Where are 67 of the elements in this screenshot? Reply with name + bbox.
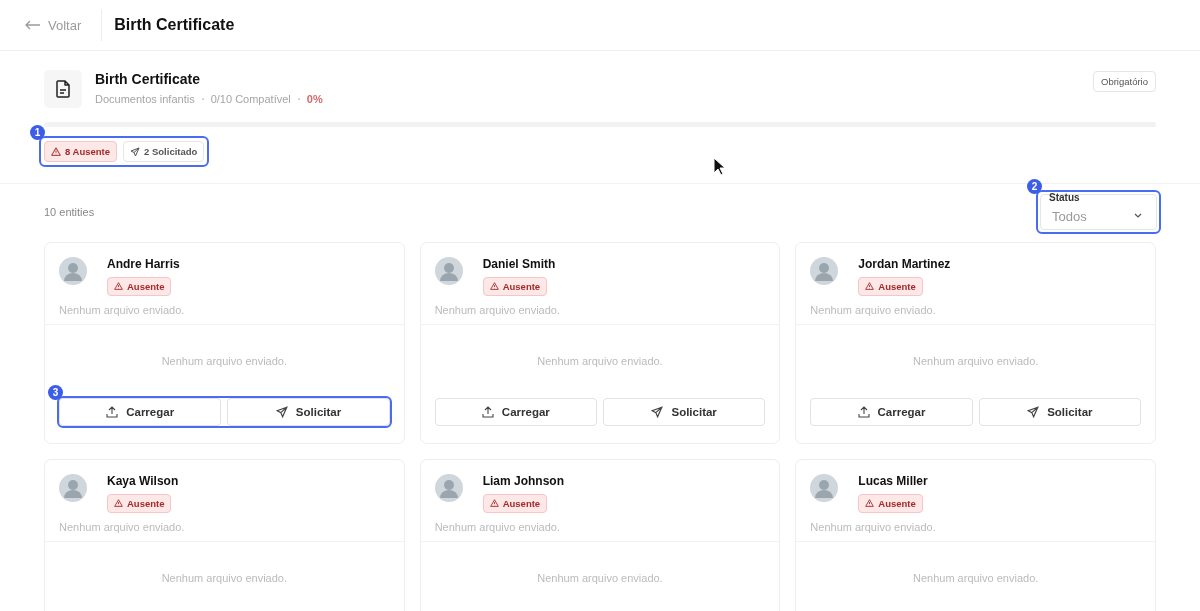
entity-name: Kaya Wilson [107,474,179,488]
document-category: Documentos infantis [95,93,195,105]
no-file-note: Nenhum arquivo enviado. [796,295,1155,325]
avatar-icon [59,474,87,502]
entity-count: 10 entities [44,206,95,218]
no-file-note: Nenhum arquivo enviado. [420,295,780,325]
upload-button[interactable]: Carregar [59,397,222,426]
send-icon [651,405,664,418]
document-title: Birth Certificate [95,71,202,87]
warning-icon [114,499,123,507]
status-badge: Ausente [482,493,548,513]
warning-icon [51,147,61,156]
warning-icon [489,282,499,290]
avatar-icon [810,257,839,285]
callout-number: 2 [1027,179,1042,194]
document-icon [44,70,82,108]
callout-number: 1 [30,125,45,140]
upload-button[interactable]: Carregar [434,397,597,426]
callout-number: 3 [48,384,63,400]
status-badge: Ausente [107,276,172,296]
empty-message: Nenhum arquivo enviado. [537,572,663,584]
entity-name: Daniel Smith [482,257,556,271]
no-file-note: Nenhum arquivo enviado. [45,295,404,325]
warning-icon [114,282,123,290]
request-button[interactable]: Solicitar [227,397,390,426]
no-file-note: Nenhum arquivo enviado. [420,512,780,542]
warning-icon [865,282,875,290]
requested-count-badge: 2 Solicitado [123,141,205,162]
empty-message: Nenhum arquivo enviado. [537,355,663,367]
upload-icon [857,405,870,418]
warning-icon [489,499,499,507]
empty-message: Nenhum arquivo enviado. [161,355,287,367]
send-icon [275,405,288,418]
percent-value: 0% [306,93,323,105]
status-badge: Ausente [858,276,923,296]
compatibility-count: 0/10 Compatível [210,93,291,105]
entity-name: Andre Harris [107,257,180,271]
request-button[interactable]: Solicitar [603,397,766,426]
status-badge: Ausente [482,276,548,296]
send-icon [130,146,141,157]
entity-name: Liam Johnson [482,474,564,488]
empty-message: Nenhum arquivo enviado. [161,572,287,584]
empty-message: Nenhum arquivo enviado. [912,355,1039,367]
status-badge: Ausente [107,493,172,513]
required-tag: Obrigatório [1093,71,1156,92]
avatar-icon [434,257,463,285]
chevron-down-icon [1134,213,1142,218]
status-badge: Ausente [858,493,923,513]
page-title: Birth Certificate [114,16,235,34]
missing-count-badge: 8 Ausente [44,141,118,162]
request-button[interactable]: Solicitar [978,397,1141,426]
upload-icon [106,405,119,418]
no-file-note: Nenhum arquivo enviado. [45,512,404,542]
empty-message: Nenhum arquivo enviado. [912,572,1039,584]
entity-name: Lucas Miller [858,474,928,488]
upload-button[interactable]: Carregar [810,397,973,426]
warning-icon [865,499,875,507]
arrow-left-icon [25,20,41,30]
mouse-pointer-icon [713,157,726,176]
entity-name: Jordan Martinez [858,257,951,271]
avatar-icon [810,474,839,502]
avatar-icon [434,474,463,502]
send-icon [1027,405,1040,418]
no-file-note: Nenhum arquivo enviado. [796,512,1155,542]
status-select[interactable]: Status Todos [1040,194,1157,230]
avatar-icon [59,257,87,285]
upload-icon [481,405,494,418]
